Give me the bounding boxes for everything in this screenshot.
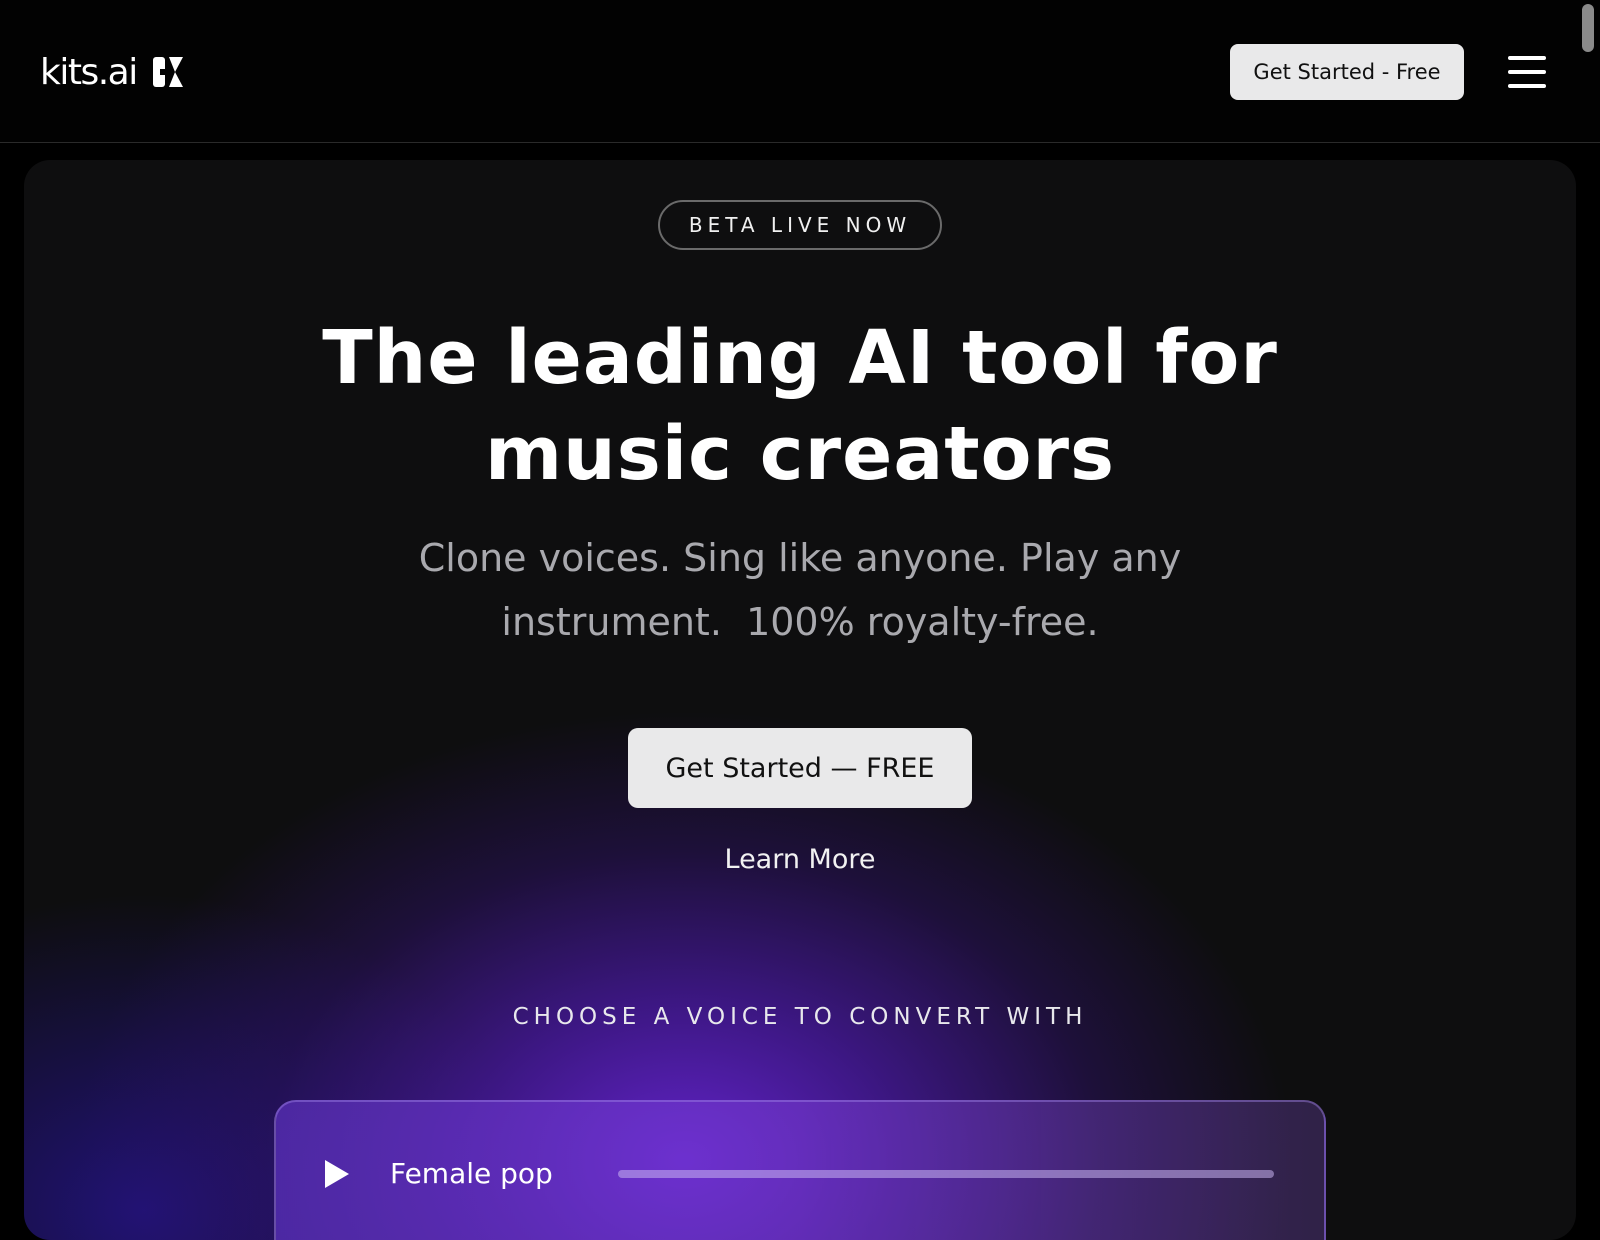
get-started-free-button[interactable]: Get Started - Free: [1230, 44, 1464, 100]
hero-subtitle-line1: Clone voices. Sing like anyone. Play any: [418, 536, 1182, 580]
hero-subtitle-line2: instrument. 100% royalty-free.: [501, 600, 1099, 644]
get-started-button[interactable]: Get Started — FREE: [628, 728, 972, 808]
voice-picker-heading: CHOOSE A VOICE TO CONVERT WITH: [512, 1004, 1088, 1030]
menu-bar: [1508, 84, 1546, 88]
hero-title-line1: The leading AI tool for: [322, 315, 1278, 401]
menu-bar: [1508, 70, 1546, 74]
play-icon[interactable]: [322, 1158, 352, 1190]
audio-progress-bar[interactable]: [618, 1170, 1274, 1178]
logo[interactable]: kits.ai: [40, 51, 185, 93]
hamburger-menu-icon[interactable]: [1508, 56, 1546, 88]
learn-more-link[interactable]: Learn More: [650, 840, 950, 880]
menu-bar: [1508, 56, 1546, 60]
hero-section: BETA LIVE NOW The leading AI tool for mu…: [24, 160, 1576, 1240]
site-header: kits.ai Get Started - Free: [0, 0, 1600, 143]
beta-badge: BETA LIVE NOW: [658, 200, 942, 250]
hero-subtitle: Clone voices. Sing like anyone. Play any…: [354, 526, 1246, 654]
kits-logo-icon: [152, 57, 183, 87]
voice-player-card: Female pop: [274, 1100, 1326, 1240]
logo-text: kits.ai: [40, 51, 138, 93]
scrollbar-thumb[interactable]: [1582, 4, 1594, 52]
hero-title: The leading AI tool for music creators: [174, 310, 1426, 502]
voice-name: Female pop: [390, 1157, 553, 1190]
hero-title-line2: music creators: [484, 411, 1116, 497]
